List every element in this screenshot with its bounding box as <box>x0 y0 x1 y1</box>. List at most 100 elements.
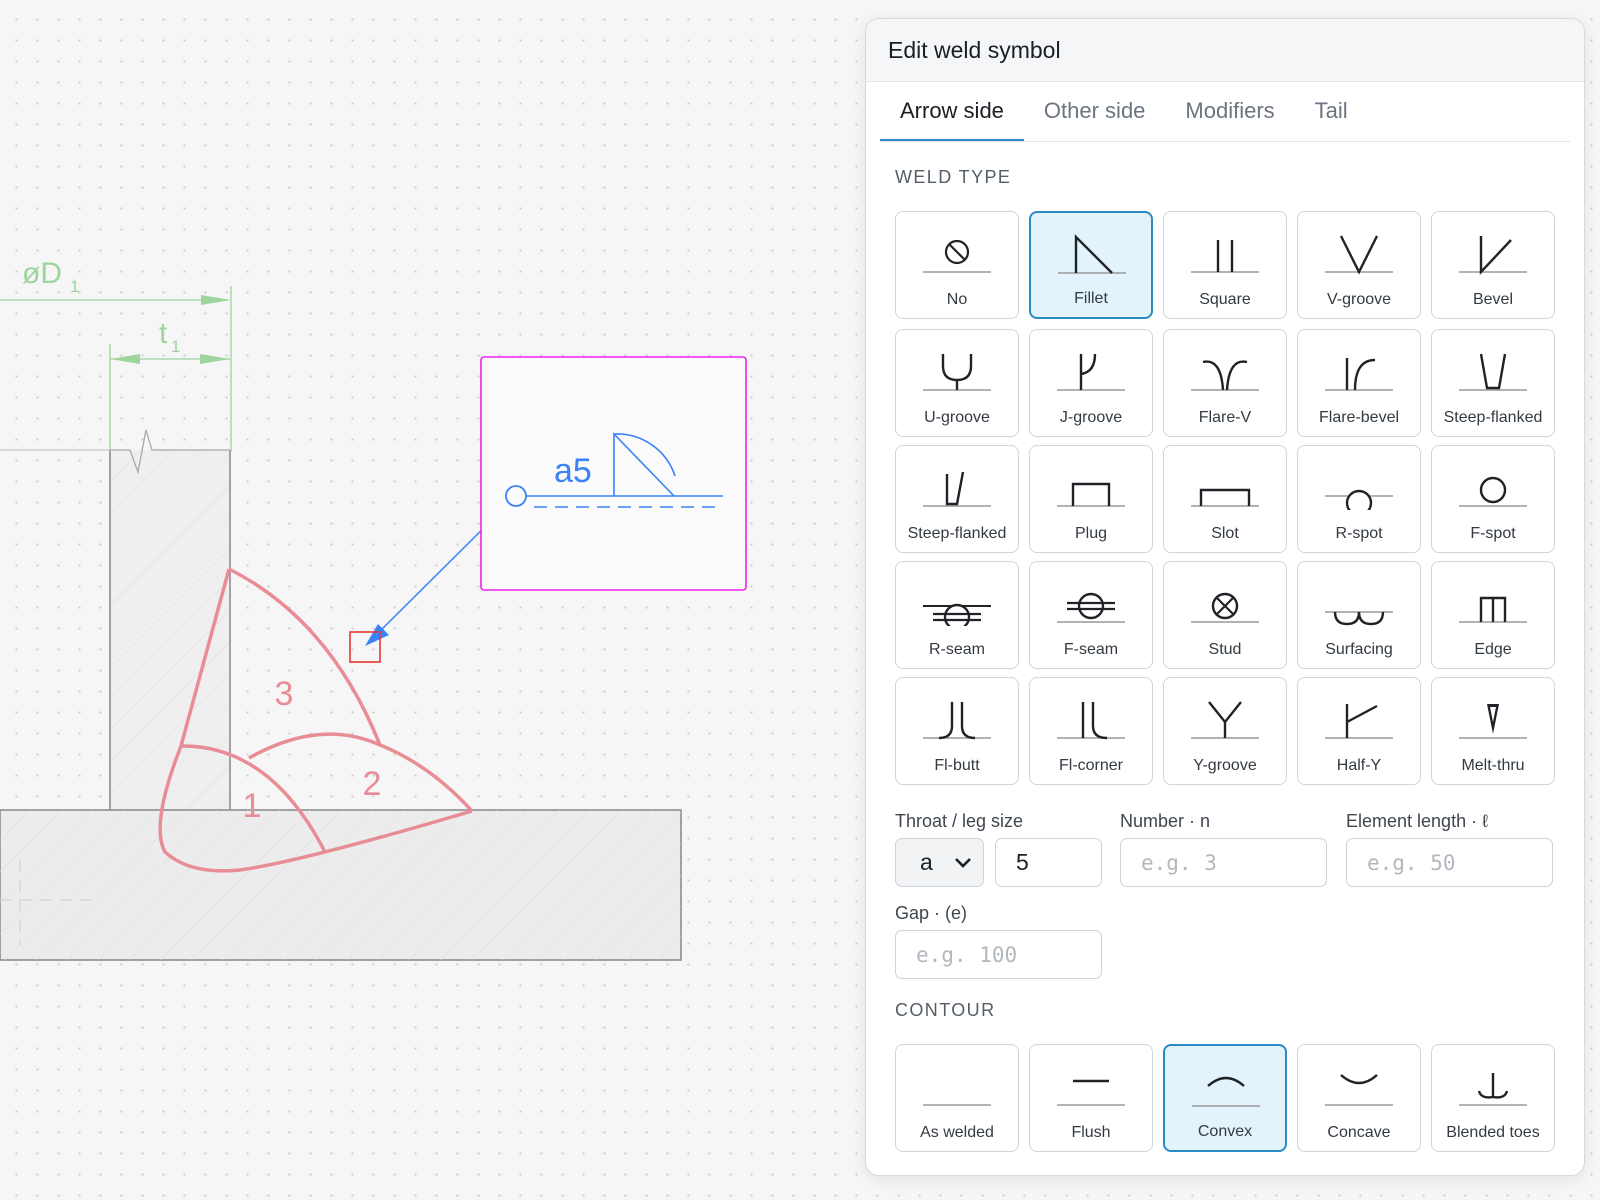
resistance-spot-icon <box>1325 489 1393 510</box>
drawing-canvas[interactable]: øD 1 t 1 1 2 3 a5 <box>0 0 865 1200</box>
weld-type-label: U-groove <box>924 409 990 426</box>
weld-type-surfacing[interactable]: Surfacing <box>1297 561 1421 669</box>
contour-label: Blended toes <box>1446 1124 1540 1141</box>
steep-flanked-bevel-icon <box>923 471 991 507</box>
j-groove-icon <box>1057 353 1125 391</box>
weld-pass-number-1: 1 <box>243 787 262 825</box>
gap-field[interactable] <box>914 941 1101 968</box>
fusion-spot-icon <box>1459 476 1527 507</box>
weld-symbol-callout[interactable]: a5 <box>480 356 747 591</box>
base-plate <box>0 809 682 961</box>
edge-icon <box>1459 596 1527 623</box>
bevel-icon <box>1459 236 1527 276</box>
tab-tail[interactable]: Tail <box>1295 82 1368 141</box>
weld-type-label: Steep-flanked <box>1443 409 1543 426</box>
weld-type-label: Fl-corner <box>1058 757 1123 774</box>
weld-type-stud[interactable]: Stud <box>1163 561 1287 669</box>
weld-type-plug[interactable]: Plug <box>1029 445 1153 553</box>
weld-type-r-spot[interactable]: R-spot <box>1297 445 1421 553</box>
gap-label: Gap · (e) <box>895 903 968 923</box>
weld-type-label: Y-groove <box>1193 757 1257 774</box>
weld-type-label: Steep-flanked <box>907 525 1007 542</box>
weld-type-bevel[interactable]: Bevel <box>1431 211 1555 319</box>
element-length-field[interactable] <box>1365 849 1552 876</box>
weld-type-grid: No Fillet Square V-groove Bevel U-groove… <box>895 211 1555 785</box>
weld-type-heading: WELD TYPE <box>895 167 1012 187</box>
tab-modifiers[interactable]: Modifiers <box>1165 82 1294 141</box>
weld-type-f-spot[interactable]: F-spot <box>1431 445 1555 553</box>
contour-convex[interactable]: Convex <box>1163 1044 1287 1152</box>
melt-through-icon <box>1459 704 1527 739</box>
y-groove-icon <box>1191 701 1259 739</box>
throat-prefix-select[interactable]: a <box>895 838 984 887</box>
weld-type-y-groove[interactable]: Y-groove <box>1163 677 1287 785</box>
weld-type-fillet[interactable]: Fillet <box>1029 211 1153 319</box>
throat-prefix-value: a <box>920 849 933 875</box>
number-input[interactable] <box>1120 838 1327 887</box>
weld-type-square[interactable]: Square <box>1163 211 1287 319</box>
weld-type-label: Flare-bevel <box>1318 409 1400 426</box>
weld-pass-number-3: 3 <box>275 675 294 713</box>
steep-flanked-v-icon <box>1459 353 1527 391</box>
concave-icon <box>1325 1074 1393 1106</box>
tab-other-side[interactable]: Other side <box>1024 82 1166 141</box>
weld-type-label: Edge <box>1474 641 1512 658</box>
weld-type-edge[interactable]: Edge <box>1431 561 1555 669</box>
contour-label: Concave <box>1327 1124 1391 1141</box>
weld-type-steep-flanked-bevel[interactable]: Steep-flanked <box>895 445 1019 553</box>
u-groove-icon <box>923 354 991 391</box>
weld-type-label: F-spot <box>1470 525 1516 542</box>
weld-type-label: Half-Y <box>1336 757 1382 774</box>
flare-v-icon <box>1191 360 1259 391</box>
contour-blended-toes[interactable]: Blended toes <box>1431 1044 1555 1152</box>
number-field[interactable] <box>1139 849 1326 876</box>
weld-type-j-groove[interactable]: J-groove <box>1029 329 1153 437</box>
contour-flush[interactable]: Flush <box>1029 1044 1153 1152</box>
throat-size-field[interactable] <box>1014 848 1101 877</box>
weld-type-f-seam[interactable]: F-seam <box>1029 561 1153 669</box>
weld-size-text: a5 <box>554 452 592 490</box>
gap-input[interactable] <box>895 930 1102 979</box>
weld-type-flare-bevel[interactable]: Flare-bevel <box>1297 329 1421 437</box>
fusion-seam-icon <box>1057 592 1125 623</box>
throat-size-input[interactable] <box>995 838 1102 887</box>
contour-as-welded[interactable]: As welded <box>895 1044 1019 1152</box>
square-groove-icon <box>1191 240 1259 273</box>
convex-icon <box>1192 1076 1260 1107</box>
weld-pass-3 <box>228 567 382 746</box>
weld-type-half-y[interactable]: Half-Y <box>1297 677 1421 785</box>
thickness-subscript: 1 <box>171 337 180 356</box>
dimension-diameter: øD 1 <box>0 257 232 452</box>
weld-type-steep-flanked-v[interactable]: Steep-flanked <box>1431 329 1555 437</box>
weld-type-label: No <box>946 291 968 308</box>
slot-icon <box>1191 488 1259 507</box>
weld-type-label: Melt-thru <box>1461 757 1525 774</box>
stud-icon <box>1191 592 1259 623</box>
weld-type-u-groove[interactable]: U-groove <box>895 329 1019 437</box>
element-length-label: Element length · ℓ <box>1346 811 1488 831</box>
tab-arrow-side[interactable]: Arrow side <box>880 82 1024 141</box>
weld-type-label: V-groove <box>1326 291 1392 308</box>
weld-type-r-seam[interactable]: R-seam <box>895 561 1019 669</box>
weld-type-label: Fillet <box>1074 290 1108 307</box>
contour-heading: CONTOUR <box>895 1000 996 1020</box>
chevron-down-icon <box>955 857 971 868</box>
weld-type-label: R-spot <box>1335 525 1383 542</box>
weld-type-melt-thru[interactable]: Melt-thru <box>1431 677 1555 785</box>
weld-type-flare-v[interactable]: Flare-V <box>1163 329 1287 437</box>
weld-type-label: F-seam <box>1063 641 1119 658</box>
element-length-input[interactable] <box>1346 838 1553 887</box>
weld-type-v-groove[interactable]: V-groove <box>1297 211 1421 319</box>
v-groove-icon <box>1325 235 1393 275</box>
weld-type-no[interactable]: No <box>895 211 1019 319</box>
weld-type-label: R-seam <box>928 641 985 658</box>
weld-type-label: Plug <box>1074 525 1108 542</box>
flush-icon <box>1057 1079 1125 1106</box>
weld-type-slot[interactable]: Slot <box>1163 445 1287 553</box>
weld-type-label: Surfacing <box>1325 641 1393 658</box>
weld-type-label: Flare-V <box>1198 409 1252 426</box>
as-welded-icon <box>923 1104 991 1106</box>
weld-type-fl-butt[interactable]: Fl-butt <box>895 677 1019 785</box>
weld-type-fl-corner[interactable]: Fl-corner <box>1029 677 1153 785</box>
contour-concave[interactable]: Concave <box>1297 1044 1421 1152</box>
